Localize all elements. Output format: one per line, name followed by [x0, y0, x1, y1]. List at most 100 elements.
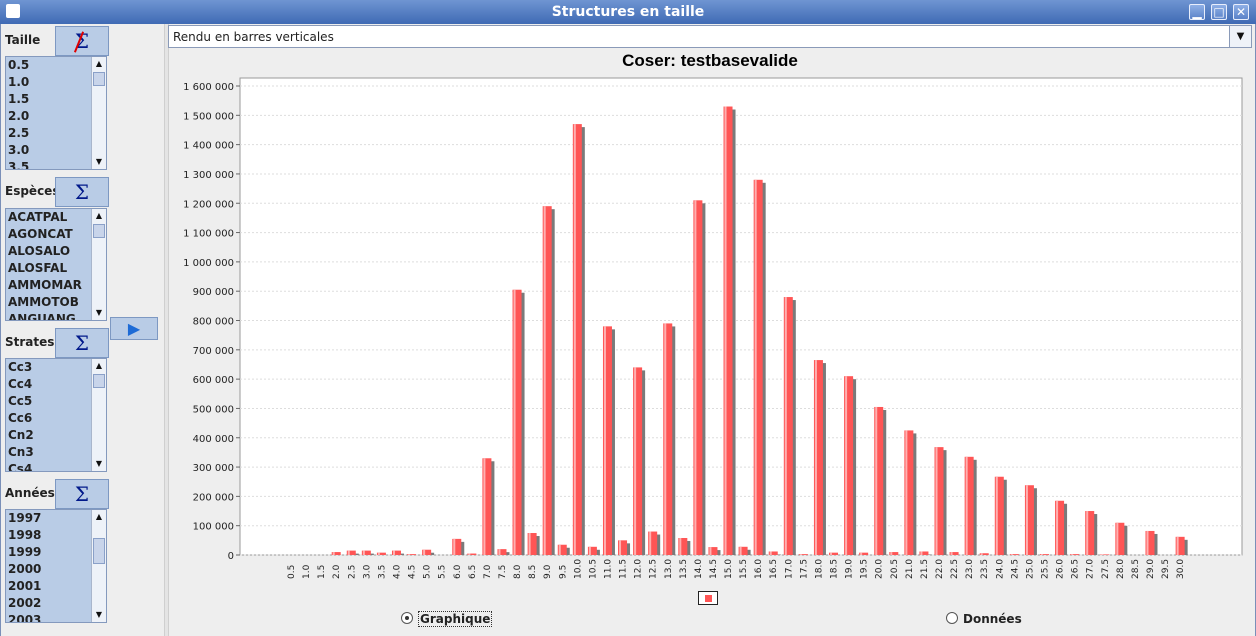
taille-scrollbar[interactable]: ▲ ▼ — [91, 57, 106, 169]
list-item[interactable]: 2002 — [6, 595, 92, 612]
bar-highlight — [468, 553, 471, 555]
list-item[interactable]: 2001 — [6, 578, 92, 595]
y-tick-label: 400 000 — [193, 434, 234, 445]
scroll-down-icon[interactable]: ▼ — [92, 306, 106, 320]
bar-highlight — [347, 550, 350, 555]
list-item[interactable]: 1997 — [6, 510, 92, 527]
x-tick-label: 2.0 — [332, 564, 342, 579]
list-item[interactable]: 3.5 — [6, 159, 92, 169]
close-button[interactable]: ✕ — [1233, 4, 1249, 20]
list-item[interactable]: 2003 — [6, 612, 92, 622]
x-axis: 0.5 1.0 1.5 2.0 2.5 3.0 3.5 4.0 4.5 5.0 5.5 6.0 6.5 7… — [287, 559, 1186, 579]
scroll-down-icon[interactable]: ▼ — [92, 155, 106, 169]
bar-highlight — [362, 550, 365, 555]
scroll-up-icon[interactable]: ▲ — [92, 510, 106, 524]
bar-highlight — [965, 456, 968, 555]
especes-scrollbar[interactable]: ▲ ▼ — [91, 209, 106, 320]
especes-list[interactable]: ACATPAL AGONCAT ALOSALO ALOSFAL AMMOMAR … — [5, 208, 107, 321]
taille-sigma-button[interactable]: Σ — [55, 26, 109, 56]
x-tick-label: 3.0 — [362, 564, 372, 579]
bar-highlight — [799, 554, 802, 555]
list-item[interactable]: 0.5 — [6, 57, 92, 74]
x-tick-label: 14.5 — [709, 559, 719, 579]
list-item[interactable]: AMMOMAR — [6, 277, 92, 294]
annees-scrollbar[interactable]: ▲ ▼ — [91, 510, 106, 622]
list-item[interactable]: AMMOTOB — [6, 294, 92, 311]
list-item[interactable]: Cc4 — [6, 376, 92, 393]
list-item[interactable]: 1.0 — [6, 74, 92, 91]
list-item[interactable]: ACATPAL — [6, 209, 92, 226]
x-tick-label: 22.5 — [950, 559, 960, 579]
x-tick-label: 26.0 — [1056, 559, 1066, 579]
bar-highlight — [935, 447, 938, 555]
y-tick-label: 1 000 000 — [183, 258, 234, 269]
scroll-up-icon[interactable]: ▲ — [92, 209, 106, 223]
list-item[interactable]: 2.5 — [6, 125, 92, 142]
bar-highlight — [498, 549, 501, 555]
minimize-button[interactable]: ▁ — [1189, 4, 1205, 20]
list-item[interactable]: Cc3 — [6, 359, 92, 376]
y-tick-label: 700 000 — [193, 346, 234, 357]
bar-highlight — [1071, 554, 1074, 555]
list-item[interactable]: 1.5 — [6, 91, 92, 108]
list-item[interactable]: 1999 — [6, 544, 92, 561]
bar-highlight — [980, 553, 983, 555]
scroll-up-icon[interactable]: ▲ — [92, 359, 106, 373]
x-tick-label: 14.0 — [694, 559, 704, 579]
especes-sigma-button[interactable]: Σ — [55, 177, 109, 207]
x-tick-label: 8.5 — [528, 565, 538, 579]
bar-highlight — [950, 552, 953, 555]
x-tick-label: 2.5 — [347, 565, 357, 579]
scroll-thumb[interactable] — [93, 538, 105, 564]
list-item[interactable]: Cc6 — [6, 410, 92, 427]
list-item[interactable]: Cn2 — [6, 427, 92, 444]
list-item[interactable]: 3.0 — [6, 142, 92, 159]
bar-highlight — [830, 552, 833, 555]
render-mode-value: Rendu en barres verticales — [173, 30, 334, 44]
radio-selected-icon[interactable] — [401, 612, 413, 624]
list-item[interactable]: 2.0 — [6, 108, 92, 125]
legend — [698, 591, 718, 605]
scroll-thumb[interactable] — [93, 72, 105, 86]
chevron-down-icon[interactable]: ▼ — [1229, 26, 1251, 47]
bar-highlight — [995, 476, 998, 555]
annees-sigma-button[interactable]: Σ — [55, 479, 109, 509]
strates-scrollbar[interactable]: ▲ ▼ — [91, 359, 106, 471]
maximize-button[interactable]: □ — [1211, 4, 1227, 20]
bar-highlight — [664, 323, 667, 555]
list-item[interactable]: Cs4 — [6, 461, 92, 471]
bar-highlight — [1041, 554, 1043, 555]
x-tick-label: 21.0 — [905, 559, 915, 579]
scroll-thumb[interactable] — [93, 224, 105, 238]
list-item[interactable]: ANGUANG — [6, 311, 92, 320]
x-tick-label: 18.5 — [830, 559, 840, 579]
x-tick-label: 4.5 — [408, 565, 418, 579]
strates-list[interactable]: Cc3 Cc4 Cc5 Cc6 Cn2 Cn3 Cs4 ▲ ▼ — [5, 358, 107, 472]
x-tick-label: 28.0 — [1116, 559, 1126, 579]
donnees-radio[interactable]: Données — [946, 612, 1022, 626]
list-item[interactable]: ALOSFAL — [6, 260, 92, 277]
x-tick-label: 18.0 — [814, 559, 824, 579]
scroll-up-icon[interactable]: ▲ — [92, 57, 106, 71]
list-item[interactable]: Cn3 — [6, 444, 92, 461]
render-mode-combo[interactable]: Rendu en barres verticales ▼ — [168, 25, 1252, 48]
radio-unselected-icon[interactable] — [946, 612, 958, 624]
x-tick-label: 10.5 — [588, 559, 598, 579]
apply-play-button[interactable]: ▶ — [110, 317, 158, 340]
list-item[interactable]: Cc5 — [6, 393, 92, 410]
taille-list[interactable]: 0.5 1.0 1.5 2.0 2.5 3.0 3.5 ▲ ▼ — [5, 56, 107, 170]
graphique-radio[interactable]: Graphique — [401, 611, 493, 627]
annees-list[interactable]: 1997 1998 1999 2000 2001 2002 2003 ▲ ▼ — [5, 509, 107, 623]
list-item[interactable]: 2000 — [6, 561, 92, 578]
scroll-thumb[interactable] — [93, 374, 105, 388]
list-item[interactable]: 1998 — [6, 527, 92, 544]
scroll-down-icon[interactable]: ▼ — [92, 608, 106, 622]
bar-highlight — [332, 552, 335, 555]
list-item[interactable]: AGONCAT — [6, 226, 92, 243]
bar-highlight — [513, 289, 516, 555]
x-tick-label: 7.5 — [498, 565, 508, 579]
bar-highlight — [679, 537, 682, 555]
scroll-down-icon[interactable]: ▼ — [92, 457, 106, 471]
strates-sigma-button[interactable]: Σ — [55, 328, 109, 358]
list-item[interactable]: ALOSALO — [6, 243, 92, 260]
